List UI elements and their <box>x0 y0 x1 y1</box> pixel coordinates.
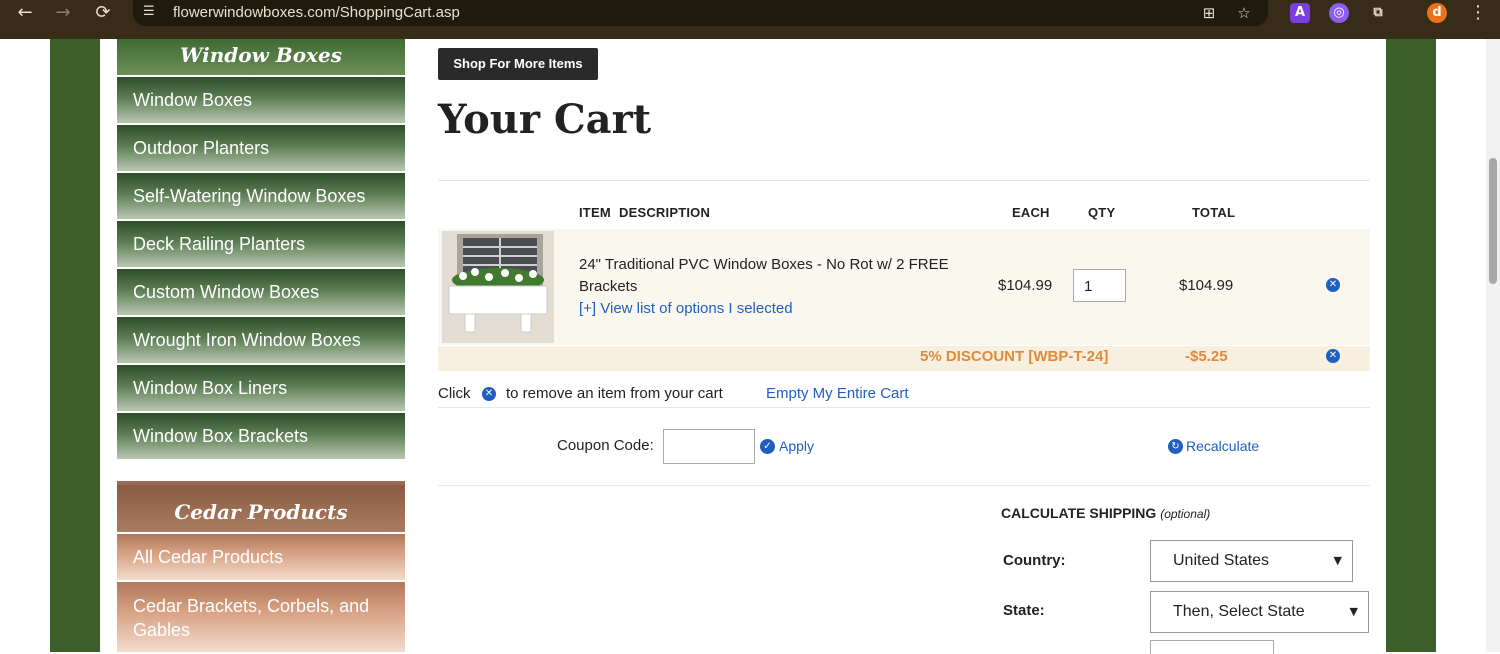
recalculate-icon[interactable]: ↻ <box>1168 439 1183 454</box>
sidebar-item-custom[interactable]: Custom Window Boxes <box>117 269 405 315</box>
state-value: Then, Select State <box>1173 603 1305 620</box>
address-bar[interactable]: ☰ flowerwindowboxes.com/ShoppingCart.asp… <box>133 0 1268 26</box>
apply-button[interactable]: Apply <box>779 438 814 454</box>
site-info-icon[interactable]: ☰ <box>143 3 161 21</box>
shipping-title: CALCULATE SHIPPING (optional) <box>1001 505 1210 521</box>
remove-hint-icon: ✕ <box>482 387 496 401</box>
chevron-down-icon: ▼ <box>1349 605 1358 618</box>
discount-amount: -$5.25 <box>1185 348 1228 365</box>
apply-check-icon[interactable]: ✓ <box>760 439 775 454</box>
shipping-title-text: CALCULATE SHIPPING <box>1001 505 1157 521</box>
extension-b-icon[interactable]: ◎ <box>1329 3 1349 23</box>
country-label: Country: <box>1003 552 1066 569</box>
quantity-input[interactable]: 1 <box>1073 269 1126 302</box>
item-each-price: $104.99 <box>998 277 1053 294</box>
remove-discount-icon[interactable]: ✕ <box>1326 349 1340 363</box>
empty-cart-link[interactable]: Empty My Entire Cart <box>766 385 909 402</box>
forward-icon[interactable]: → <box>50 0 76 26</box>
sidebar-item-liners[interactable]: Window Box Liners <box>117 365 405 411</box>
translate-icon[interactable]: ⊞ <box>1199 3 1219 23</box>
remove-hint-text: to remove an item from your cart <box>506 385 723 402</box>
sidebar-item-deck-railing[interactable]: Deck Railing Planters <box>117 221 405 267</box>
header-each: EACH <box>1012 205 1050 220</box>
sidebar-item-brackets[interactable]: Window Box Brackets <box>117 413 405 459</box>
state-label: State: <box>1003 602 1045 619</box>
sidebar-section-title-cedar: Cedar Products <box>117 481 405 532</box>
extensions-puzzle-icon[interactable]: ⧉ <box>1368 3 1388 23</box>
country-value: United States <box>1173 552 1270 569</box>
sidebar-section-title-window-boxes: Window Boxes <box>117 39 405 75</box>
browser-toolbar: ← → ⟳ ☰ flowerwindowboxes.com/ShoppingCa… <box>0 0 1500 39</box>
sidebar-item-wrought-iron[interactable]: Wrought Iron Window Boxes <box>117 317 405 363</box>
header-qty: QTY <box>1088 205 1116 220</box>
back-icon[interactable]: ← <box>12 0 38 26</box>
divider <box>438 407 1370 408</box>
header-total: TOTAL <box>1192 205 1236 220</box>
remove-item-icon[interactable]: ✕ <box>1326 278 1340 292</box>
shop-more-button[interactable]: Shop For More Items <box>438 48 598 80</box>
country-select[interactable]: United States ▼ <box>1150 540 1353 582</box>
state-select[interactable]: Then, Select State ▼ <box>1150 591 1369 633</box>
extension-a-icon[interactable]: A <box>1290 3 1310 23</box>
sidebar-item-outdoor-planters[interactable]: Outdoor Planters <box>117 125 405 171</box>
sidebar-item-window-boxes[interactable]: Window Boxes <box>117 77 405 123</box>
sidebar-item-all-cedar[interactable]: All Cedar Products <box>117 534 405 580</box>
page-title: Your Cart <box>438 96 652 143</box>
coupon-input[interactable] <box>663 429 755 464</box>
recalculate-button[interactable]: Recalculate <box>1186 438 1259 454</box>
browser-menu-icon[interactable]: ⋮ <box>1465 0 1491 26</box>
item-name[interactable]: 24" Traditional PVC Window Boxes - No Ro… <box>579 254 979 298</box>
chevron-down-icon: ▼ <box>1333 554 1342 567</box>
item-description: 24" Traditional PVC Window Boxes - No Ro… <box>579 254 979 320</box>
scrollbar-track[interactable] <box>1486 39 1500 652</box>
divider <box>438 180 1370 181</box>
divider <box>438 485 1370 486</box>
scrollbar-thumb[interactable] <box>1489 158 1497 284</box>
product-thumbnail[interactable] <box>442 231 554 343</box>
item-total-price: $104.99 <box>1179 277 1234 294</box>
header-item: ITEM <box>579 205 611 220</box>
profile-avatar[interactable]: d <box>1427 3 1447 23</box>
bookmark-star-icon[interactable]: ☆ <box>1234 3 1254 23</box>
discount-label: 5% DISCOUNT [WBP-T-24] <box>920 348 1109 365</box>
view-options-link[interactable]: [+] View list of options I selected <box>579 298 979 320</box>
url-text[interactable]: flowerwindowboxes.com/ShoppingCart.asp <box>173 4 460 21</box>
shipping-title-note: (optional) <box>1160 507 1211 521</box>
sidebar: Window Boxes Window Boxes Outdoor Plante… <box>117 39 405 652</box>
remove-hint-prefix: Click <box>438 385 471 402</box>
reload-icon[interactable]: ⟳ <box>90 0 116 26</box>
discount-row <box>438 346 1370 371</box>
coupon-label: Coupon Code: <box>557 437 654 454</box>
sidebar-item-cedar-brackets[interactable]: Cedar Brackets, Corbels, and Gables <box>117 582 405 652</box>
sidebar-item-self-watering[interactable]: Self-Watering Window Boxes <box>117 173 405 219</box>
header-description: DESCRIPTION <box>619 205 711 220</box>
